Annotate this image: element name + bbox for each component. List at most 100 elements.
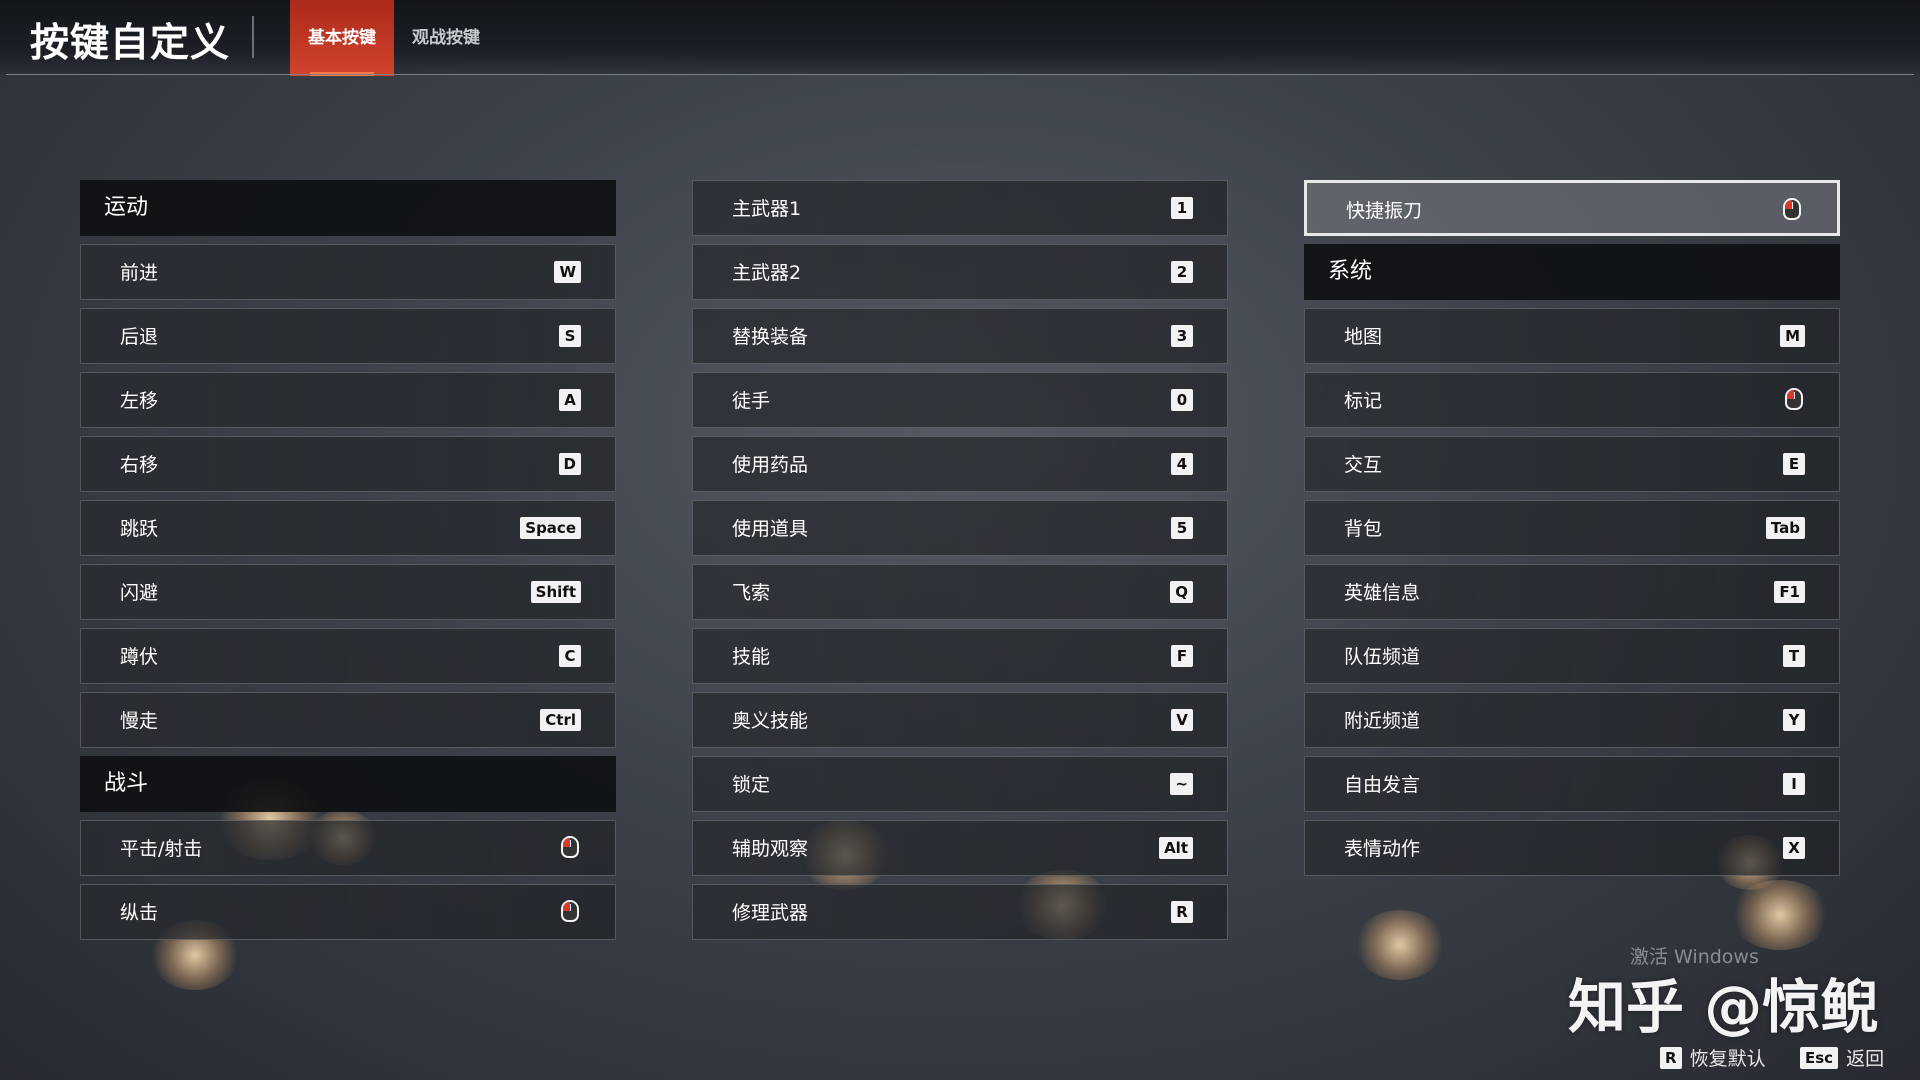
section-header: 战斗 [80, 756, 616, 812]
keybind-row[interactable]: 表情动作 X [1304, 820, 1840, 876]
keybind-row[interactable]: 跳跃 Space [80, 500, 616, 556]
bokeh-light [1355, 910, 1445, 980]
action-label: 徒手 [732, 390, 771, 412]
action-label: 右移 [120, 454, 159, 476]
keybind-row[interactable]: 锁定 ~ [692, 756, 1228, 812]
keybind-row[interactable]: 左移 A [80, 372, 616, 428]
keybind-row[interactable]: 使用药品 4 [692, 436, 1228, 492]
reset-default-button[interactable]: R 恢复默认 [1660, 1044, 1766, 1071]
action-label: 表情动作 [1344, 838, 1421, 860]
header-divider [6, 74, 1914, 75]
key-badge[interactable]: M [1780, 325, 1805, 347]
key-badge[interactable]: F [1171, 645, 1193, 667]
key-badge[interactable]: 4 [1171, 453, 1193, 475]
action-label: 使用道具 [732, 518, 809, 540]
key-badge[interactable]: ~ [1170, 773, 1193, 795]
key-badge[interactable]: Alt [1159, 837, 1193, 859]
key-badge[interactable]: Ctrl [540, 709, 581, 731]
keybind-row[interactable]: 替换装备 3 [692, 308, 1228, 364]
key-badge[interactable]: R [1171, 901, 1193, 923]
keybind-row[interactable]: 辅助观察 Alt [692, 820, 1228, 876]
column-weapons: 主武器1 1 主武器2 2 替换装备 3 徒手 0 使用药品 4 使用道具 5 飞索 Q 技能 F 奥义技能 V 锁… [692, 180, 1228, 948]
key-badge[interactable]: 5 [1171, 517, 1193, 539]
action-label: 标记 [1344, 390, 1383, 412]
key-badge[interactable]: Shift [530, 581, 581, 603]
action-label: 地图 [1344, 326, 1383, 348]
keybind-row[interactable]: 使用道具 5 [692, 500, 1228, 556]
keybind-row[interactable]: 标记 [1304, 372, 1840, 428]
column-movement-combat: 运动前进 W 后退 S 左移 A 右移 D 跳跃 Space 闪避 Shift 蹲伏 C 慢走 Ctrl 战斗平… [80, 180, 616, 948]
key-badge[interactable]: T [1783, 645, 1805, 667]
section-title: 战斗 [104, 771, 149, 796]
keybind-row[interactable]: 闪避 Shift [80, 564, 616, 620]
reset-default-label: 恢复默认 [1689, 1048, 1766, 1070]
back-button[interactable]: Esc 返回 [1800, 1044, 1884, 1071]
key-badge[interactable]: Space [520, 517, 581, 539]
key-badge[interactable]: W [554, 261, 581, 283]
keybind-row[interactable]: 徒手 0 [692, 372, 1228, 428]
tab-basic-keys[interactable]: 基本按键 [290, 0, 394, 76]
keybind-row[interactable]: 蹲伏 C [80, 628, 616, 684]
keybind-row[interactable]: 飞索 Q [692, 564, 1228, 620]
action-label: 交互 [1344, 454, 1383, 476]
keybind-row[interactable]: 背包 Tab [1304, 500, 1840, 556]
keybind-row[interactable]: 英雄信息 F1 [1304, 564, 1840, 620]
key-badge[interactable]: D [558, 453, 581, 475]
key-badge[interactable]: E [1783, 453, 1805, 475]
keybind-row[interactable]: 主武器1 1 [692, 180, 1228, 236]
key-badge[interactable]: V [1171, 709, 1193, 731]
keybind-row[interactable]: 附近频道 Y [1304, 692, 1840, 748]
key-badge[interactable]: X [1783, 837, 1805, 859]
keybind-row[interactable]: 技能 F [692, 628, 1228, 684]
keybind-row[interactable]: 修理武器 R [692, 884, 1228, 940]
key-badge[interactable]: 1 [1171, 197, 1193, 219]
keybind-row[interactable]: 平击/射击 [80, 820, 616, 876]
key-badge[interactable]: 2 [1171, 261, 1193, 283]
keybind-row[interactable]: 前进 W [80, 244, 616, 300]
mouse-left-icon[interactable] [1785, 388, 1803, 410]
key-badge[interactable]: Tab [1765, 517, 1805, 539]
key-badge[interactable]: Y [1783, 709, 1805, 731]
keybind-row[interactable]: 主武器2 2 [692, 244, 1228, 300]
keybind-row[interactable]: 纵击 [80, 884, 616, 940]
tab-spectator-keys[interactable]: 观战按键 [394, 0, 498, 76]
action-label: 队伍频道 [1344, 646, 1421, 668]
keybind-row[interactable]: 奥义技能 V [692, 692, 1228, 748]
action-label: 主武器2 [732, 262, 802, 284]
action-label: 使用药品 [732, 454, 809, 476]
column-system: 快捷振刀系统地图 M 标记交互 E 背包 Tab 英雄信息 F1 队伍频道 T 附近频道 Y 自由发言 I… [1304, 180, 1840, 884]
keybind-row[interactable]: 右移 D [80, 436, 616, 492]
keybind-row[interactable]: 自由发言 I [1304, 756, 1840, 812]
action-label: 奥义技能 [732, 710, 809, 732]
bokeh-light [1730, 880, 1830, 950]
action-label: 左移 [120, 390, 159, 412]
action-label: 慢走 [120, 710, 159, 732]
action-label: 前进 [120, 262, 159, 284]
key-badge[interactable]: 3 [1171, 325, 1193, 347]
key-badge[interactable]: I [1783, 773, 1805, 795]
key-badge[interactable]: C [559, 645, 581, 667]
keybind-row[interactable]: 交互 E [1304, 436, 1840, 492]
action-label: 快捷振刀 [1346, 200, 1423, 222]
action-label: 背包 [1344, 518, 1383, 540]
keybind-row[interactable]: 队伍频道 T [1304, 628, 1840, 684]
key-badge[interactable]: F1 [1774, 581, 1805, 603]
mouse-left-icon[interactable] [561, 836, 579, 858]
section-title: 系统 [1328, 259, 1373, 284]
title-divider [252, 16, 254, 58]
section-title: 运动 [104, 195, 149, 220]
keybind-row[interactable]: 快捷振刀 [1304, 180, 1840, 236]
action-label: 主武器1 [732, 198, 802, 220]
keybind-row[interactable]: 地图 M [1304, 308, 1840, 364]
section-header: 运动 [80, 180, 616, 236]
action-label: 附近频道 [1344, 710, 1421, 732]
reset-key-badge: R [1660, 1046, 1682, 1069]
key-badge[interactable]: Q [1170, 581, 1193, 603]
keybind-row[interactable]: 慢走 Ctrl [80, 692, 616, 748]
key-badge[interactable]: 0 [1171, 389, 1193, 411]
key-badge[interactable]: A [559, 389, 581, 411]
keybind-row[interactable]: 后退 S [80, 308, 616, 364]
mouse-left-icon[interactable] [561, 900, 579, 922]
mouse-left-icon[interactable] [1783, 198, 1801, 220]
key-badge[interactable]: S [559, 325, 581, 347]
